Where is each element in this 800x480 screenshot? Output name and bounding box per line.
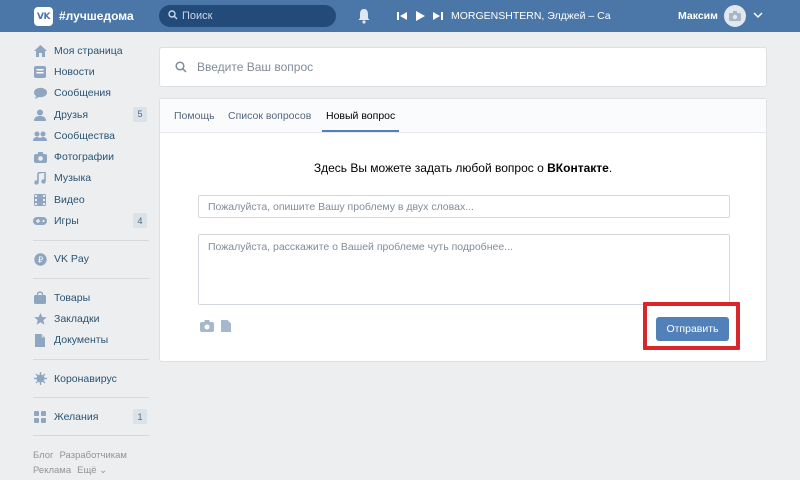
sidebar-item-news[interactable]: Новости (33, 61, 149, 82)
question-title-input[interactable]: Пожалуйста, опишите Вашу проблему в двух… (198, 195, 730, 218)
question-body-textarea[interactable]: Пожалуйста, расскажите о Вашей проблеме … (198, 234, 730, 305)
left-sidebar: Моя страница Новости Сообщения Друзья 5 … (33, 40, 149, 444)
sidebar-divider (33, 239, 149, 241)
sidebar-item-photos[interactable]: Фотографии (33, 146, 149, 167)
top-bar: VK #лучшедома Поиск MORGENSHTERN, Элджей… (0, 0, 800, 32)
sidebar-divider (33, 397, 149, 399)
sidebar-item-games[interactable]: Игры 4 (33, 210, 149, 231)
intro-prefix: Здесь Вы можете задать любой вопрос о (313, 161, 548, 175)
virus-icon (33, 372, 47, 386)
sidebar-divider (33, 358, 149, 360)
sidebar-item-label: Коронавирус (54, 372, 117, 385)
sidebar-item-label: Друзья (54, 108, 89, 121)
search-icon (175, 61, 187, 73)
apps-grid-icon (33, 410, 47, 424)
footer-link-blog[interactable]: Блог (33, 450, 54, 461)
sidebar-item-label: VK Pay (54, 253, 90, 266)
sidebar-item-bookmarks[interactable]: Закладки (33, 308, 149, 329)
question-search-input[interactable]: Введите Ваш вопрос (159, 47, 767, 87)
bookmarks-icon (33, 312, 47, 326)
messages-icon (33, 86, 47, 100)
search-icon (168, 10, 178, 20)
play-icon[interactable] (412, 8, 428, 24)
communities-icon (33, 129, 47, 143)
music-icon (33, 171, 47, 185)
send-button-highlight (643, 302, 740, 350)
home-icon (33, 44, 47, 58)
camera-icon (729, 11, 741, 21)
brand-hashtag[interactable]: #лучшедома (59, 9, 134, 23)
tab-help[interactable]: Помощь (174, 110, 215, 122)
question-search-placeholder: Введите Ваш вопрос (197, 60, 314, 74)
sidebar-item-label: Моя страница (54, 44, 123, 57)
sidebar-item-goods[interactable]: Товары (33, 287, 149, 308)
sidebar-item-documents[interactable]: Документы (33, 330, 149, 351)
games-count-badge: 4 (133, 213, 147, 229)
bell-icon[interactable] (357, 8, 371, 24)
sidebar-item-label: Видео (54, 193, 85, 206)
header-search-input[interactable]: Поиск (159, 5, 336, 27)
sidebar-item-vkpay[interactable]: ₽ VK Pay (33, 249, 149, 270)
sidebar-item-coronavirus[interactable]: Коронавирус (33, 368, 149, 389)
active-tab-indicator (322, 130, 399, 132)
sidebar-item-label: Документы (54, 334, 109, 347)
user-name[interactable]: Максим (678, 10, 718, 22)
previous-track-icon[interactable] (394, 8, 410, 24)
photos-icon (33, 150, 47, 164)
wishes-count-badge: 1 (133, 409, 147, 425)
vk-logo[interactable]: VK (34, 7, 53, 26)
sidebar-item-label: Музыка (54, 172, 92, 185)
sidebar-item-label: Новости (54, 65, 95, 78)
news-icon (33, 65, 47, 79)
games-icon (33, 214, 47, 228)
intro-brand: ВКонтакте (547, 161, 609, 175)
tab-new-question[interactable]: Новый вопрос (326, 110, 395, 122)
sidebar-divider (33, 277, 149, 279)
intro-suffix: . (608, 161, 613, 175)
attach-photo-icon[interactable] (200, 320, 214, 332)
sidebar-divider (33, 435, 149, 437)
footer-link-ads[interactable]: Реклама (33, 465, 71, 476)
intro-text: Здесь Вы можете задать любой вопрос о ВК… (160, 161, 766, 175)
attach-document-icon[interactable] (221, 320, 231, 332)
sidebar-item-label: Фотографии (54, 151, 115, 164)
sidebar-item-music[interactable]: Музыка (33, 168, 149, 189)
sidebar-item-label: Закладки (54, 312, 100, 325)
friends-icon (33, 108, 47, 122)
next-track-icon[interactable] (430, 8, 446, 24)
sidebar-item-video[interactable]: Видео (33, 189, 149, 210)
sidebar-item-label: Игры (54, 215, 79, 228)
sidebar-item-my-page[interactable]: Моя страница (33, 40, 149, 61)
avatar[interactable] (724, 5, 746, 27)
help-tabs: Помощь Список вопросов Новый вопрос (160, 99, 766, 133)
sidebar-item-label: Сообщества (54, 129, 115, 142)
logo-text: VK (37, 11, 50, 22)
now-playing-track[interactable]: MORGENSHTERN, Элджей – Cadill... (451, 10, 611, 22)
footer-link-developers[interactable]: Разработчикам (60, 450, 127, 461)
search-placeholder: Поиск (182, 10, 213, 22)
sidebar-footer: Блог Разработчикам Реклама Ещё ⌄ (33, 448, 153, 478)
sidebar-item-friends[interactable]: Друзья 5 (33, 104, 149, 125)
sidebar-item-communities[interactable]: Сообщества (33, 125, 149, 146)
sidebar-item-messages[interactable]: Сообщения (33, 83, 149, 104)
sidebar-item-wishes[interactable]: Желания 1 (33, 406, 149, 427)
vkpay-icon: ₽ (33, 252, 47, 266)
tab-question-list[interactable]: Список вопросов (228, 110, 311, 122)
goods-icon (33, 291, 47, 305)
documents-icon (33, 333, 47, 347)
sidebar-item-label: Сообщения (54, 87, 111, 100)
sidebar-item-label: Товары (54, 291, 91, 304)
chevron-down-icon[interactable] (753, 9, 763, 21)
video-icon (33, 193, 47, 207)
footer-link-more[interactable]: Ещё ⌄ (77, 465, 107, 476)
sidebar-item-label: Желания (54, 410, 99, 423)
friends-count-badge: 5 (133, 106, 147, 122)
svg-text:₽: ₽ (37, 255, 42, 264)
